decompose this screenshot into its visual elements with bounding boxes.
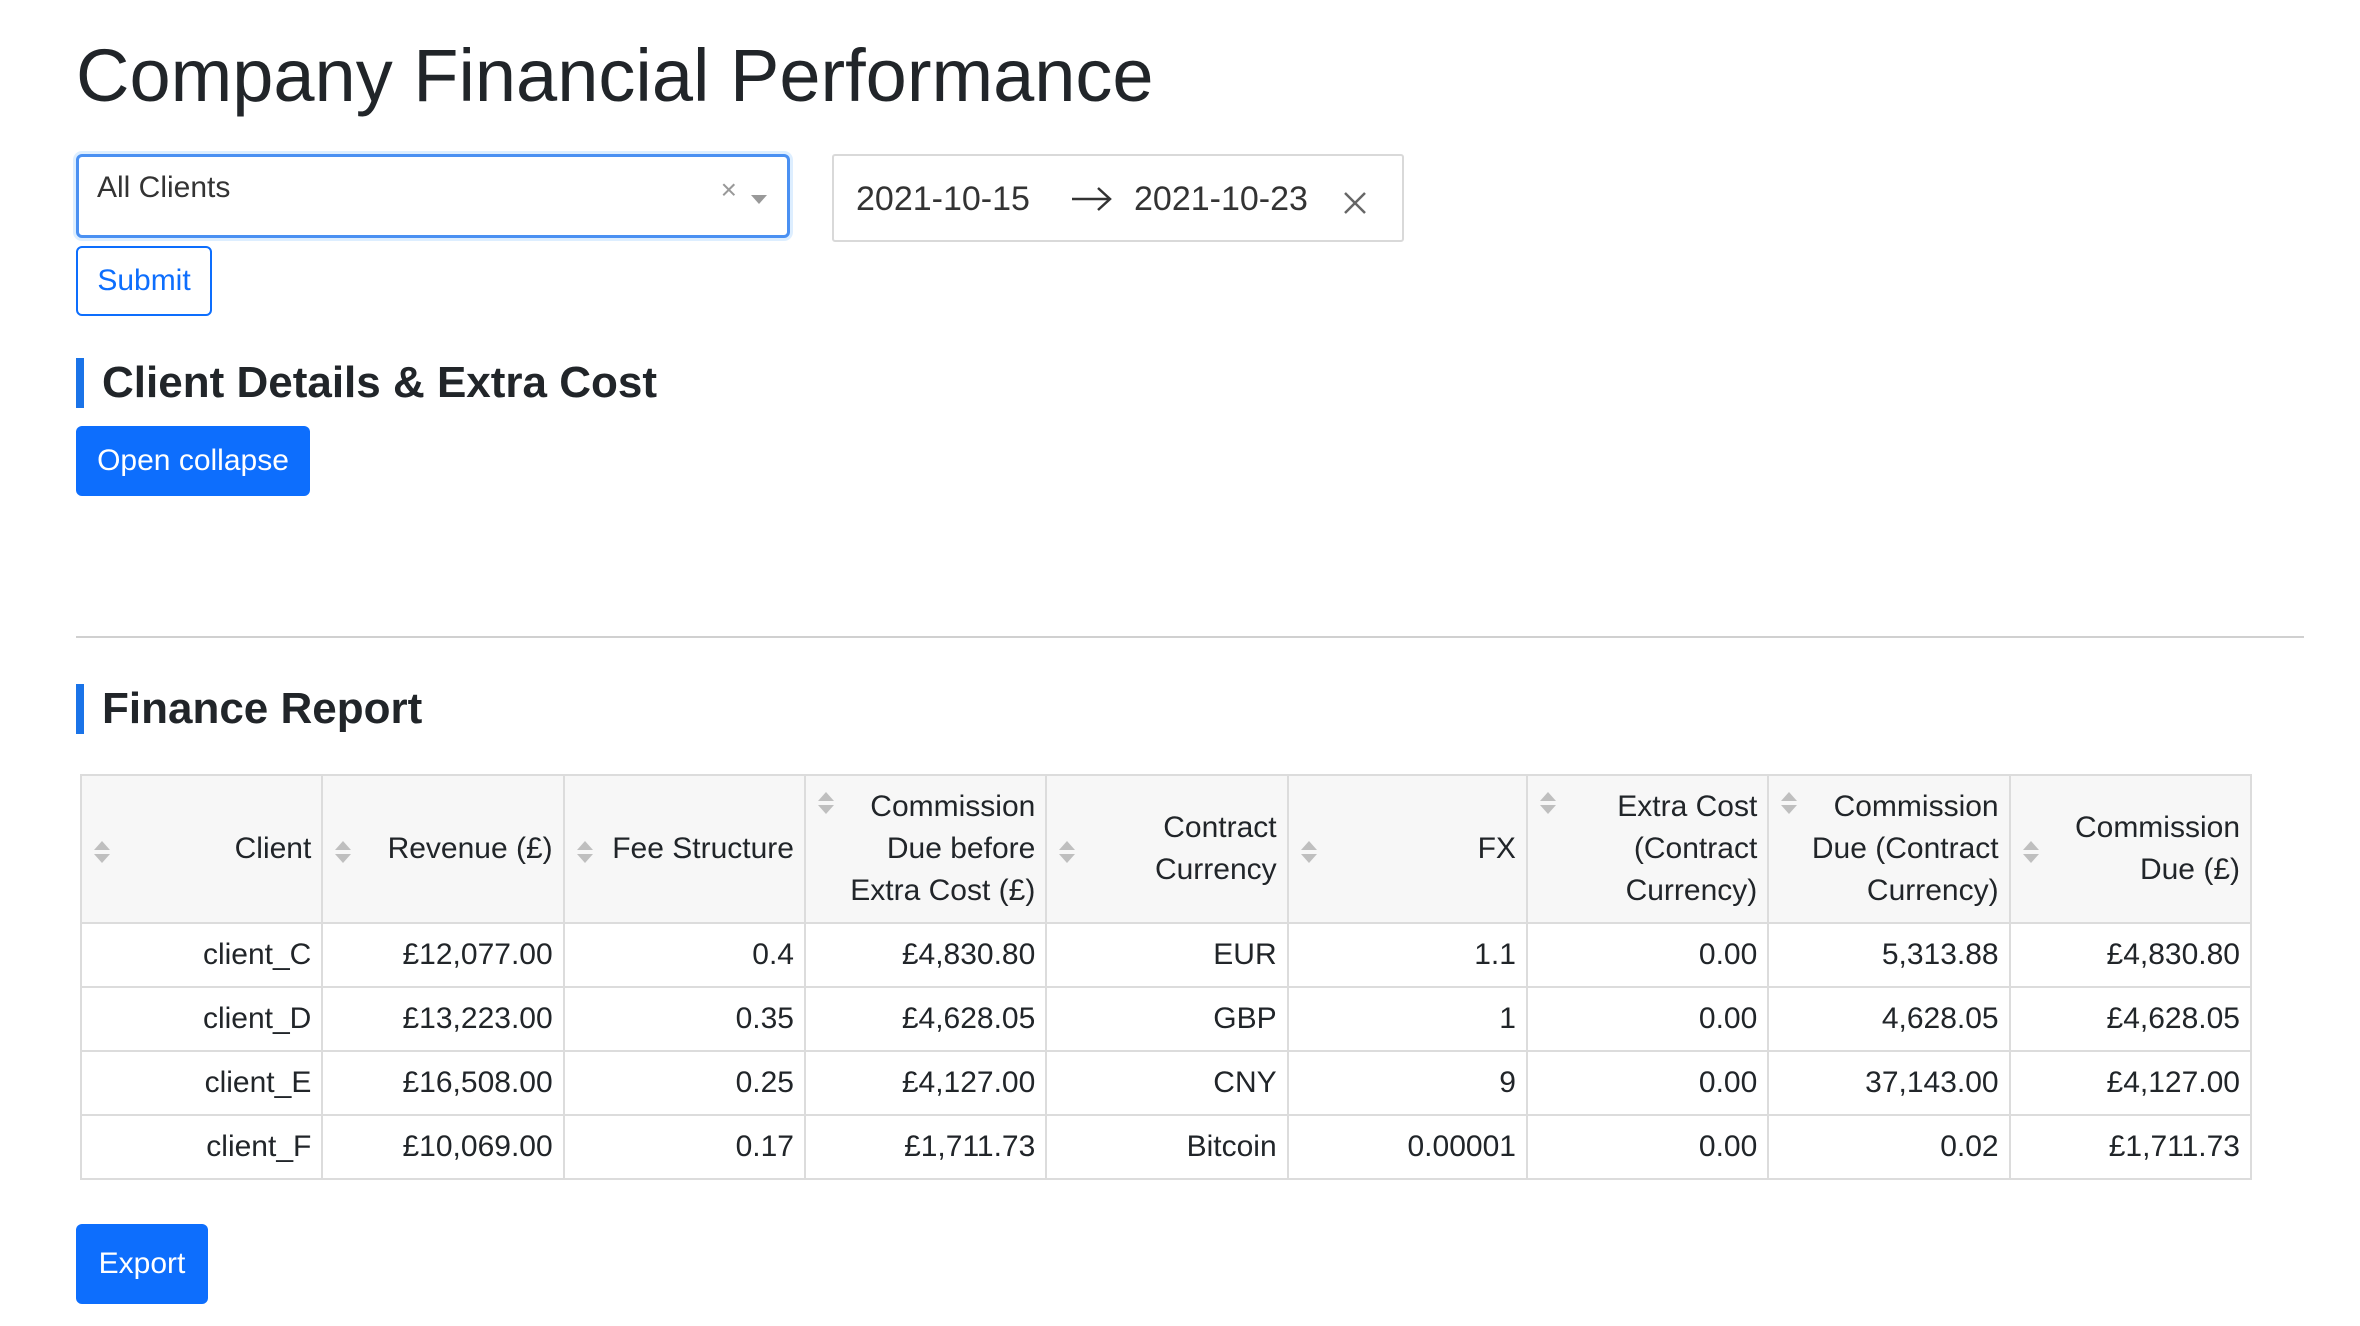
table-cell: 4,628.05	[1767, 986, 2011, 1052]
table-cell: £10,069.00	[321, 1114, 565, 1180]
table-cell: £12,077.00	[321, 922, 565, 988]
client-select[interactable]: All Clients ×	[76, 154, 790, 238]
divider	[76, 636, 2304, 638]
arrow-right-icon	[1070, 182, 1114, 221]
close-icon[interactable]	[1342, 190, 1368, 221]
sort-icon[interactable]	[335, 841, 352, 863]
table-cell: 0.35	[562, 986, 806, 1052]
table-cell: 0.00	[1525, 1050, 1770, 1116]
sort-icon[interactable]	[94, 841, 110, 863]
table-header-row: Client Revenue (£) Fee Structure Commiss…	[79, 774, 2253, 924]
table-cell: 37,143.00	[1767, 1050, 2011, 1116]
table-cell: GBP	[1045, 986, 1289, 1052]
page: Company Financial Performance All Client…	[0, 0, 2360, 1326]
table-cell: £1,711.73	[2008, 1114, 2253, 1180]
sort-icon[interactable]	[1539, 792, 1556, 814]
column-header-fx[interactable]: FX	[1286, 774, 1528, 924]
sort-icon[interactable]	[2022, 841, 2039, 863]
table-cell: £13,223.00	[321, 986, 565, 1052]
table-row: client_C £12,077.00 0.4 £4,830.80 EUR 1.…	[79, 922, 2253, 988]
chevron-down-icon[interactable]	[751, 195, 767, 204]
table-cell: £4,830.80	[803, 922, 1048, 988]
table-cell: 0.17	[562, 1114, 806, 1180]
sort-icon[interactable]	[1059, 841, 1076, 863]
column-header-revenue[interactable]: Revenue (£)	[321, 774, 565, 924]
page-title: Company Financial Performance	[76, 34, 1154, 117]
sort-icon[interactable]	[1781, 792, 1798, 814]
open-collapse-button[interactable]: Open collapse	[76, 426, 310, 496]
table-cell: £4,628.05	[2008, 986, 2253, 1052]
date-range-picker[interactable]: 2021-10-15 2021-10-23	[832, 154, 1404, 242]
column-header-client[interactable]: Client	[79, 774, 324, 924]
table-cell: 5,313.88	[1767, 922, 2011, 988]
sort-icon[interactable]	[817, 792, 834, 814]
export-button[interactable]: Export	[76, 1224, 208, 1304]
sort-icon[interactable]	[1300, 841, 1317, 863]
sort-icon[interactable]	[576, 841, 593, 863]
clear-icon[interactable]: ×	[721, 175, 737, 205]
submit-button[interactable]: Submit	[76, 246, 212, 316]
table-cell: 1	[1286, 986, 1528, 1052]
column-header-fee-structure[interactable]: Fee Structure	[562, 774, 806, 924]
table-cell: 0.00	[1525, 922, 1770, 988]
end-date-input[interactable]: 2021-10-23	[1134, 178, 1308, 220]
table-cell: client_C	[79, 922, 324, 988]
column-header-contract-currency[interactable]: Contract Currency	[1045, 774, 1289, 924]
column-header-commission-contract-currency[interactable]: Commission Due (Contract Currency)	[1767, 774, 2011, 924]
table-cell: 0.00001	[1286, 1114, 1528, 1180]
table-cell: EUR	[1045, 922, 1289, 988]
table-cell: CNY	[1045, 1050, 1289, 1116]
start-date-input[interactable]: 2021-10-15	[856, 178, 1030, 220]
finance-report-table: Client Revenue (£) Fee Structure Commiss…	[79, 774, 2253, 1180]
table-cell: 0.00	[1525, 986, 1770, 1052]
table-cell: 0.4	[562, 922, 806, 988]
client-select-value: All Clients	[97, 171, 231, 204]
table-cell: 1.1	[1286, 922, 1528, 988]
table-row: client_E £16,508.00 0.25 £4,127.00 CNY 9…	[79, 1050, 2253, 1116]
table-row: client_D £13,223.00 0.35 £4,628.05 GBP 1…	[79, 986, 2253, 1052]
table-cell: 9	[1286, 1050, 1528, 1116]
finance-report-heading: Finance Report	[76, 684, 422, 734]
table-cell: 0.02	[1767, 1114, 2011, 1180]
table-cell: £16,508.00	[321, 1050, 565, 1116]
table-cell: 0.00	[1525, 1114, 1770, 1180]
column-header-commission-before-extra[interactable]: Commission Due before Extra Cost (£)	[803, 774, 1048, 924]
table-cell: Bitcoin	[1045, 1114, 1289, 1180]
table-row: client_F £10,069.00 0.17 £1,711.73 Bitco…	[79, 1114, 2253, 1180]
table-cell: client_E	[79, 1050, 324, 1116]
table-cell: client_D	[79, 986, 324, 1052]
table-cell: £4,127.00	[803, 1050, 1048, 1116]
table-cell: £4,830.80	[2008, 922, 2253, 988]
table-cell: £4,628.05	[803, 986, 1048, 1052]
client-details-heading: Client Details & Extra Cost	[76, 358, 657, 408]
table-cell: £1,711.73	[803, 1114, 1048, 1180]
table-cell: 0.25	[562, 1050, 806, 1116]
table-cell: client_F	[79, 1114, 324, 1180]
column-header-commission-gbp[interactable]: Commission Due (£)	[2008, 774, 2253, 924]
table-cell: £4,127.00	[2008, 1050, 2253, 1116]
column-header-extra-cost[interactable]: Extra Cost (Contract Currency)	[1525, 774, 1770, 924]
